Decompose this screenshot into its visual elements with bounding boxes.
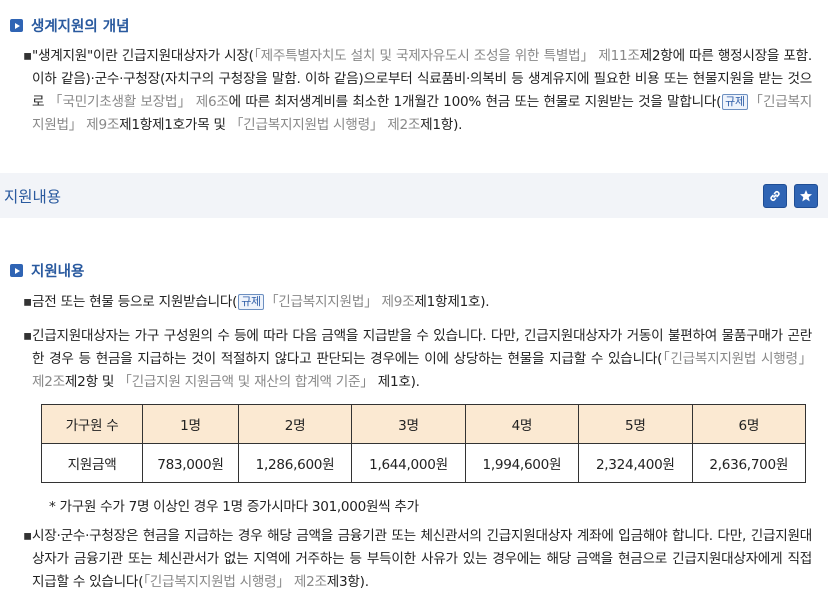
table-header-cell: 1명 <box>142 404 239 444</box>
table-cell: 1,644,000원 <box>351 443 466 483</box>
table-header-cell: 6명 <box>691 404 806 444</box>
table-footnote: * 가구원 수가 7명 이상인 경우 1명 증가시마다 301,000원씩 추가 <box>49 499 419 515</box>
section-header-support: 지원내용 <box>10 260 84 281</box>
table-row: 지원금액 783,000원 1,286,600원 1,644,000원 1,99… <box>41 443 806 483</box>
section-bullet-icon <box>10 264 23 277</box>
content-band-header: 지원내용 <box>0 173 828 218</box>
table-header-cell: 5명 <box>578 404 693 444</box>
section-title: 생계지원의 개념 <box>31 19 130 35</box>
law-reference-link[interactable]: 「긴급복지지원법 시행령」 제2조 <box>143 574 327 590</box>
band-title: 지원내용 <box>4 188 62 206</box>
section-bullet-icon <box>10 19 23 32</box>
section-header-concept: 생계지원의 개념 <box>10 15 129 36</box>
star-icon <box>800 190 812 202</box>
law-reference-link[interactable]: 「국민기초생활 보장법」 제6조 <box>49 94 229 110</box>
bookmark-button[interactable] <box>794 184 818 208</box>
law-reference-link[interactable]: 「긴급복지지원법」 제9조 <box>265 294 415 310</box>
bullet-icon: ▪ <box>23 328 32 344</box>
bullet-icon: ▪ <box>23 294 32 310</box>
support-amount-table: 가구원 수 1명 2명 3명 4명 5명 6명 지원금액 783,000원 1,… <box>41 404 806 483</box>
law-reference-link[interactable]: 「긴급지원 지원금액 및 재산의 합계액 기준」 <box>118 374 374 390</box>
link-button[interactable] <box>763 184 787 208</box>
regulation-tag[interactable]: 규제 <box>722 94 748 110</box>
support-paragraph-1: ▪ 금전 또는 현물 등으로 지원받습니다(규제 「긴급복지지원법」 제9조제1항제… <box>23 291 812 314</box>
table-header-cell: 4명 <box>464 404 580 444</box>
regulation-tag[interactable]: 규제 <box>238 294 264 310</box>
section-title: 지원내용 <box>31 264 85 280</box>
law-reference-link[interactable]: 「긴급복지지원법 시행령」 제2조 <box>230 117 421 133</box>
table-header-cell: 3명 <box>351 404 466 444</box>
table-cell: 2,636,700원 <box>691 443 806 483</box>
bullet-icon: ▪ <box>23 528 32 544</box>
concept-paragraph: ▪ "생계지원"이란 긴급지원대상자가 시장(「제주특별자치도 설치 및 국제자유… <box>23 45 812 137</box>
table-header-cell: 가구원 수 <box>41 404 143 444</box>
table-cell: 2,324,400원 <box>578 443 693 483</box>
table-header-cell: 2명 <box>237 404 353 444</box>
table-header-row: 가구원 수 1명 2명 3명 4명 5명 6명 <box>41 404 806 444</box>
support-paragraph-3: ▪ 시장·군수·구청장은 현금을 지급하는 경우 해당 금액을 금융기관 또는 체… <box>23 525 812 594</box>
table-cell: 1,994,600원 <box>464 443 580 483</box>
bullet-icon: ▪ <box>23 48 32 64</box>
table-cell: 783,000원 <box>142 443 239 483</box>
support-paragraph-2: ▪ 긴급지원대상자는 가구 구성원의 수 등에 따라 다음 금액을 지급받을 수 … <box>23 325 812 394</box>
table-cell: 1,286,600원 <box>237 443 353 483</box>
law-reference-link[interactable]: 「제주특별자치도 설치 및 국제자유도시 조성을 위한 특별법」 제11조 <box>254 48 640 64</box>
table-cell: 지원금액 <box>41 443 143 483</box>
link-icon <box>770 191 780 201</box>
